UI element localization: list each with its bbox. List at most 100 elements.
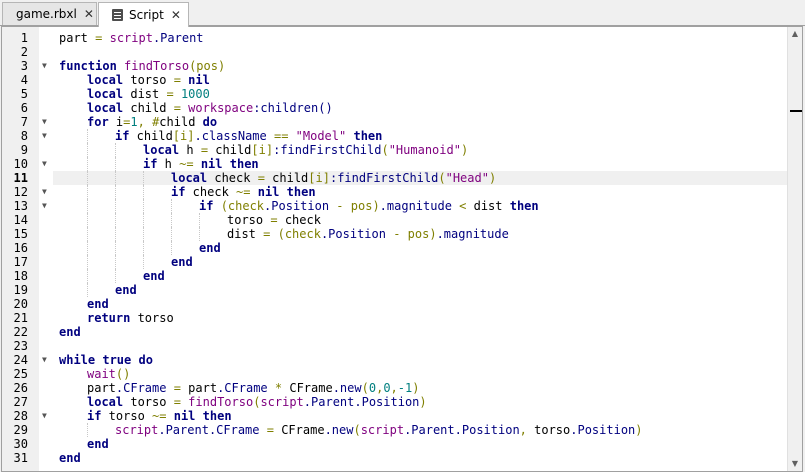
fold-toggle-icon[interactable]: ▼ bbox=[42, 59, 47, 73]
code-token: ~= bbox=[152, 409, 167, 423]
code-line-content: return torso bbox=[53, 311, 788, 325]
code-token: .Parent bbox=[404, 423, 455, 437]
code-line[interactable]: 24 ▼ while true do bbox=[14, 353, 788, 367]
code-line[interactable]: 16 end bbox=[14, 241, 788, 255]
line-number: 30 bbox=[13, 437, 28, 451]
indent-guide bbox=[171, 227, 199, 241]
code-token: check bbox=[207, 171, 258, 185]
code-token: end bbox=[115, 283, 137, 297]
code-token: return bbox=[87, 311, 131, 325]
code-line[interactable]: 28 ▼ if torso ~= nil then bbox=[14, 409, 788, 423]
line-number: 16 bbox=[13, 241, 28, 255]
indent-guide bbox=[115, 213, 143, 227]
code-line-content: end bbox=[53, 241, 788, 255]
code-line[interactable]: 10 ▼ if h ~= nil then bbox=[14, 157, 788, 171]
code-line[interactable]: 30 end bbox=[14, 437, 788, 451]
indent-guide bbox=[87, 255, 115, 269]
scroll-up-arrow-icon[interactable]: ▲ bbox=[788, 27, 802, 41]
code-line[interactable]: 20 end bbox=[14, 297, 788, 311]
code-line[interactable]: 3 ▼ function findTorso(pos) bbox=[21, 59, 788, 73]
line-number: 25 bbox=[13, 367, 28, 381]
code-token: = bbox=[173, 101, 181, 115]
code-line[interactable]: 7 ▼ for i=1, #child do bbox=[21, 115, 788, 129]
code-line[interactable]: 19 end bbox=[14, 283, 788, 297]
code-line[interactable]: 2 bbox=[21, 45, 788, 59]
indent-guide bbox=[59, 227, 87, 241]
indent-guide bbox=[115, 143, 143, 157]
fold-toggle-icon[interactable]: ▼ bbox=[42, 157, 47, 171]
code-line[interactable]: 21 return torso bbox=[14, 311, 788, 325]
code-token: .CFrame bbox=[115, 381, 167, 395]
code-token: < bbox=[451, 199, 474, 213]
fold-toggle-icon[interactable]: ▼ bbox=[42, 185, 47, 199]
close-icon[interactable]: ✕ bbox=[84, 7, 94, 21]
code-line-content: function findTorso(pos) bbox=[53, 59, 788, 73]
code-line[interactable]: 1 part = script.Parent bbox=[21, 31, 788, 45]
fold-toggle-icon[interactable]: ▼ bbox=[42, 115, 47, 129]
indent-guide bbox=[59, 73, 87, 87]
code-line[interactable]: 26 part.CFrame = part.CFrame * CFrame.new… bbox=[14, 381, 788, 395]
tab-game-rbxl[interactable]: game.rbxl ✕ bbox=[2, 2, 97, 25]
code-line[interactable]: 8 ▼ if child[i].className == "Model" then bbox=[21, 129, 788, 143]
code-line[interactable]: 27 local torso = findTorso(script.Parent.… bbox=[14, 395, 788, 409]
code-token: if bbox=[87, 409, 102, 423]
code-line[interactable]: 23 bbox=[14, 339, 788, 353]
code-token: script bbox=[115, 423, 159, 437]
code-line[interactable]: 29 script.Parent.CFrame = CFrame.new(scri… bbox=[14, 423, 788, 437]
code-token: .new bbox=[332, 381, 362, 395]
code-token: :findFirstChild bbox=[273, 143, 382, 157]
code-token: = bbox=[166, 381, 189, 395]
code-token: == bbox=[266, 129, 296, 143]
code-line[interactable]: 6 local child = workspace:children() bbox=[21, 101, 788, 115]
indent-guide bbox=[171, 213, 199, 227]
code-line[interactable]: 14 torso = check bbox=[14, 213, 788, 227]
code-token: = bbox=[166, 87, 174, 101]
code-line[interactable]: 22 end bbox=[14, 325, 788, 339]
code-line[interactable]: 25 wait() bbox=[14, 367, 788, 381]
close-icon[interactable]: ✕ bbox=[171, 8, 181, 22]
indent-guide bbox=[59, 409, 87, 423]
scroll-down-arrow-icon[interactable]: ▼ bbox=[788, 457, 802, 471]
line-number: 2 bbox=[20, 45, 28, 59]
line-number: 26 bbox=[13, 381, 28, 395]
code-line[interactable]: 31 end bbox=[14, 451, 788, 465]
indent-guide bbox=[199, 213, 227, 227]
tab-script[interactable]: Script ✕ bbox=[98, 2, 189, 27]
code-token: dist bbox=[473, 199, 510, 213]
code-line[interactable]: 5 local dist = 1000 bbox=[21, 87, 788, 101]
code-editor[interactable]: 1 part = script.Parent 2 3 ▼ function findTor… bbox=[1, 26, 803, 472]
fold-toggle-icon[interactable]: ▼ bbox=[42, 409, 47, 423]
line-number: 21 bbox=[13, 311, 28, 325]
code-line[interactable]: 18 end bbox=[14, 269, 788, 283]
code-area[interactable]: 1 part = script.Parent 2 3 ▼ function findTor… bbox=[14, 31, 788, 465]
fold-toggle-icon[interactable]: ▼ bbox=[42, 199, 47, 213]
code-line[interactable]: 17 end bbox=[14, 255, 788, 269]
code-line[interactable]: 11 local check = child[i]:findFirstChild(… bbox=[14, 171, 788, 185]
code-line[interactable]: 12 ▼ if check ~= nil then bbox=[14, 185, 788, 199]
code-line[interactable]: 13 ▼ if (check.Position - pos).magnitude <… bbox=[14, 199, 788, 213]
code-token: then bbox=[229, 157, 259, 171]
code-token: .Parent bbox=[152, 31, 204, 45]
fold-toggle-icon[interactable]: ▼ bbox=[42, 353, 47, 367]
code-token: function bbox=[59, 59, 117, 73]
code-line-content: part.CFrame = part.CFrame * CFrame.new(0… bbox=[53, 381, 788, 395]
vertical-scrollbar[interactable]: ▲ ▼ bbox=[787, 27, 802, 471]
code-line-content: end bbox=[53, 269, 788, 283]
code-token: script bbox=[360, 423, 405, 437]
code-token: check bbox=[277, 213, 321, 227]
indent-guide bbox=[59, 101, 87, 115]
code-line-content: end bbox=[53, 451, 788, 465]
code-line[interactable]: 4 local torso = nil bbox=[21, 73, 788, 87]
line-number: 20 bbox=[13, 297, 28, 311]
code-token: part bbox=[188, 381, 218, 395]
fold-toggle-icon[interactable]: ▼ bbox=[42, 129, 47, 143]
code-line[interactable]: 15 dist = (check.Position - pos).magnitud… bbox=[14, 227, 788, 241]
code-token: then bbox=[202, 409, 232, 423]
code-line-content: if h ~= nil then bbox=[53, 157, 788, 171]
line-number: 24 bbox=[13, 353, 28, 367]
code-line[interactable]: 9 local h = child[i]:findFirstChild("Huma… bbox=[21, 143, 788, 157]
indent-guide bbox=[59, 115, 87, 129]
line-number: 18 bbox=[13, 269, 28, 283]
code-token: = bbox=[173, 395, 181, 409]
